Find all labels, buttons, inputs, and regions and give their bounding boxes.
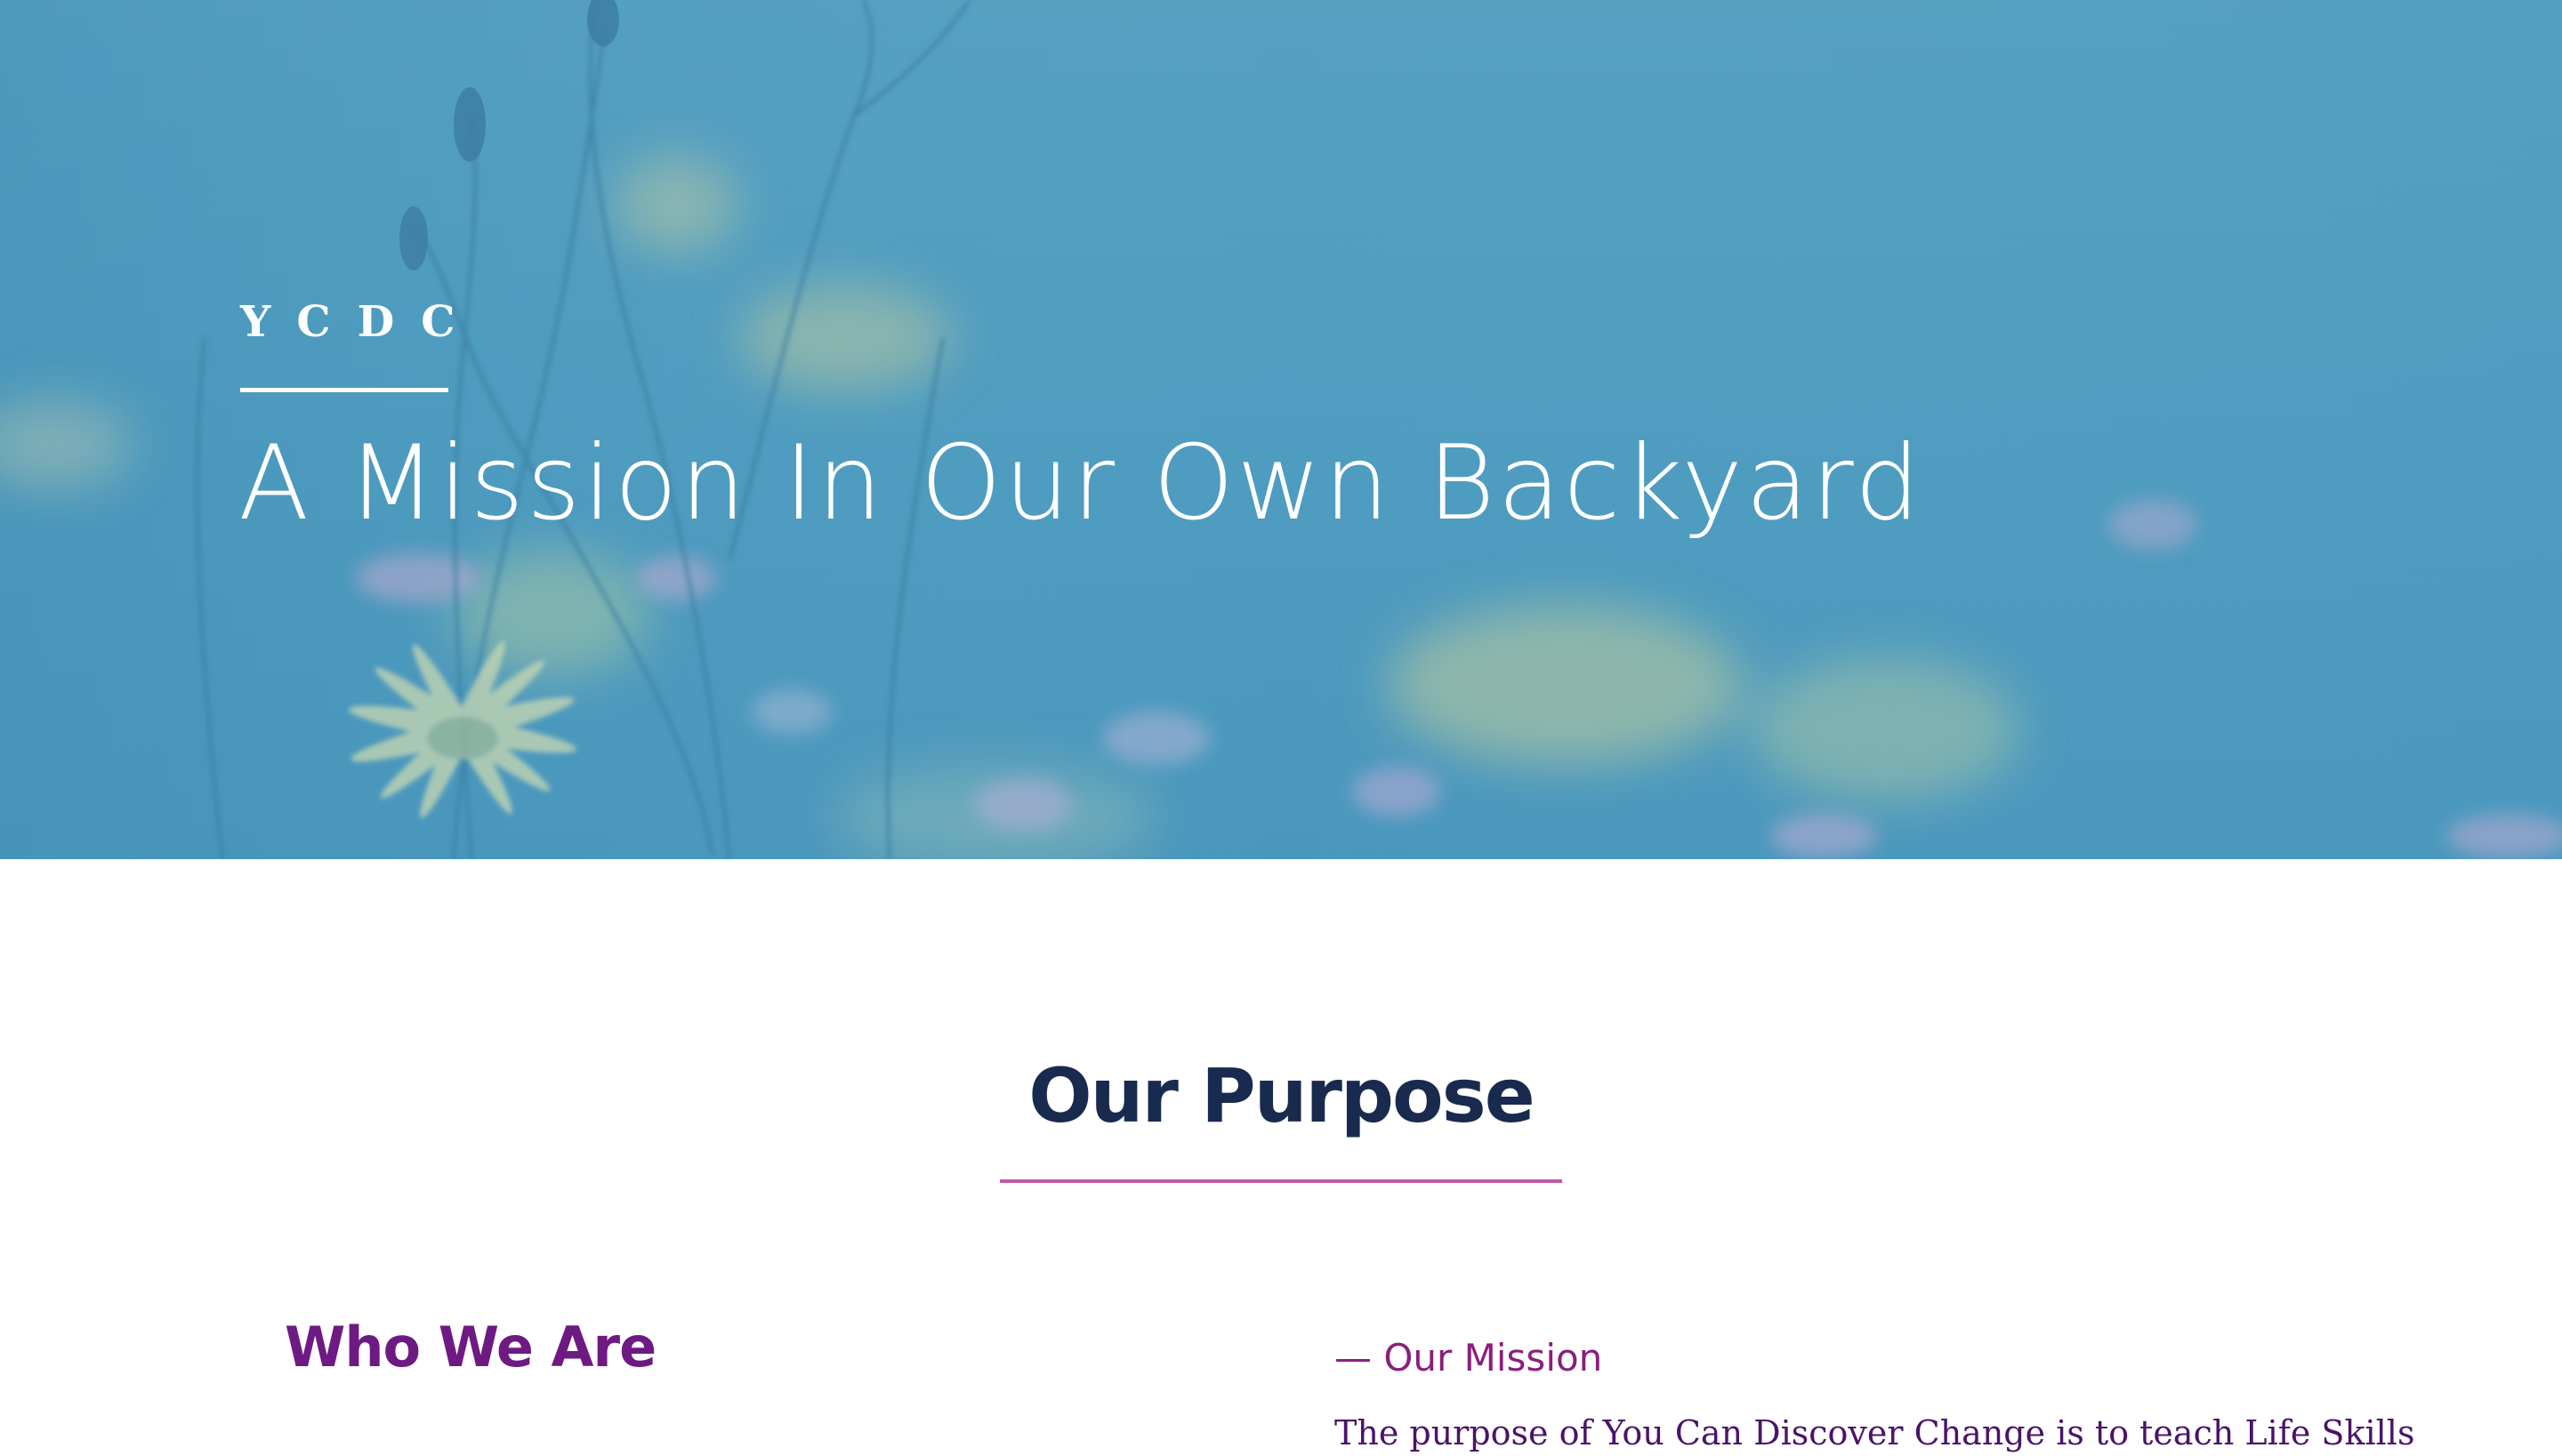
who-we-are-heading: Who We Are — [285, 1315, 657, 1380]
hero-title: A Mission In Our Own Backyard — [238, 423, 1923, 543]
brand-logo-text[interactable]: YCDC — [240, 301, 481, 343]
hero-banner: YCDC A Mission In Our Own Backyard — [0, 0, 2562, 859]
brand-underline — [240, 388, 448, 392]
section-title-our-purpose: Our Purpose — [1028, 1052, 1535, 1139]
section-title-underline — [1000, 1179, 1562, 1183]
our-mission-label: — Our Mission — [1334, 1336, 1603, 1380]
mission-paragraph: The purpose of You Can Discover Change i… — [1334, 1413, 2415, 1452]
